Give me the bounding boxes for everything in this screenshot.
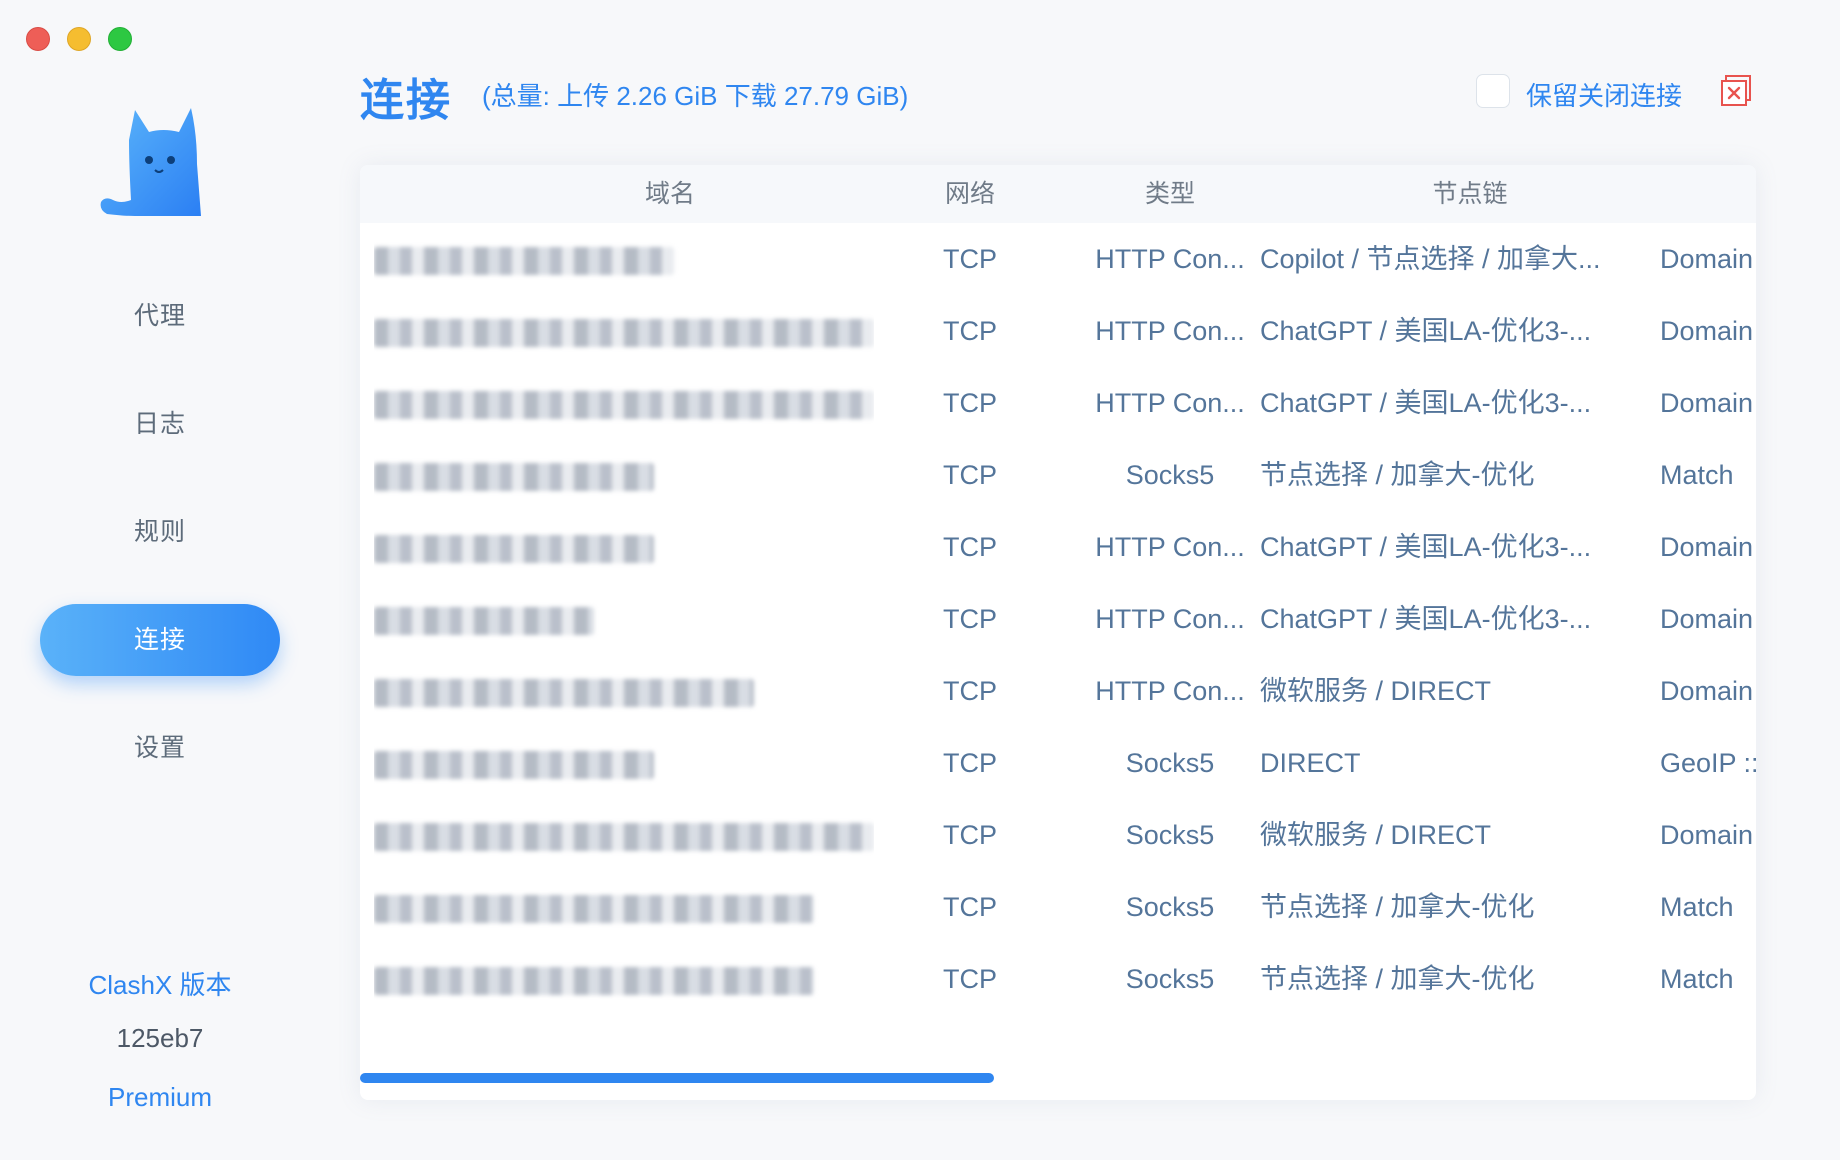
table-row[interactable]: TCP HTTP Con... ChatGPT / 美国LA-优化3-... Doma… bbox=[360, 367, 1756, 439]
host-cell bbox=[374, 439, 874, 511]
connections-table: 域名 网络 类型 节点链 TCP HTTP Con... Copilot / 节点选… bbox=[360, 165, 1756, 1100]
redacted-host bbox=[374, 750, 654, 779]
chain-cell: ChatGPT / 美国LA-优化3-... bbox=[1260, 532, 1592, 562]
redacted-host bbox=[374, 390, 874, 419]
chain-cell: 微软服务 / DIRECT bbox=[1260, 820, 1492, 850]
network-cell: TCP bbox=[943, 748, 997, 778]
table-row[interactable]: TCP Socks5 节点选择 / 加拿大-优化 Match bbox=[360, 871, 1756, 943]
redacted-host bbox=[374, 606, 594, 635]
rule-cell: Domain bbox=[1660, 820, 1754, 850]
rule-cell: Domain bbox=[1660, 532, 1754, 562]
rule-cell: GeoIP :: bbox=[1660, 748, 1756, 778]
host-cell bbox=[374, 223, 874, 295]
network-cell: TCP bbox=[943, 460, 997, 490]
host-cell bbox=[374, 655, 874, 727]
host-cell bbox=[374, 943, 874, 1015]
table-row[interactable]: TCP HTTP Con... ChatGPT / 美国LA-优化3-... Doma… bbox=[360, 583, 1756, 655]
sidebar-item-connections[interactable]: 连接 bbox=[40, 604, 280, 676]
table-row[interactable]: TCP Socks5 节点选择 / 加拿大-优化 Match bbox=[360, 439, 1756, 511]
network-cell: TCP bbox=[943, 604, 997, 634]
sidebar-item-proxy[interactable]: 代理 bbox=[40, 280, 280, 352]
table-row[interactable]: TCP HTTP Con... 微软服务 / DIRECT Domain bbox=[360, 655, 1756, 727]
network-cell: TCP bbox=[943, 892, 997, 922]
network-cell: TCP bbox=[943, 676, 997, 706]
host-cell: .. bbox=[374, 799, 874, 871]
chain-cell: 节点选择 / 加拿大-优化 bbox=[1260, 964, 1535, 994]
table-row[interactable]: TCP HTTP Con... Copilot / 节点选择 / 加拿大... Dom… bbox=[360, 223, 1756, 295]
redacted-host bbox=[374, 894, 814, 923]
host-cell bbox=[374, 511, 874, 583]
column-header-network[interactable]: 网络 bbox=[914, 165, 1026, 223]
table-row[interactable]: ..TCPSocks5微软服务 / DIRECTDomain bbox=[360, 799, 1756, 871]
network-cell: TCP bbox=[943, 820, 997, 850]
network-cell: TCP bbox=[943, 316, 997, 346]
table-header: 域名 网络 类型 节点链 bbox=[360, 165, 1756, 223]
sidebar-item-logs[interactable]: 日志 bbox=[40, 388, 280, 460]
table-row[interactable]: TCP Socks5 DIRECT GeoIP :: bbox=[360, 727, 1756, 799]
table-row[interactable]: TCP HTTP Con... ChatGPT / 美国LA-优化3-... Doma… bbox=[360, 295, 1756, 367]
network-cell: TCP bbox=[943, 388, 997, 418]
chain-cell: ChatGPT / 美国LA-优化3-... bbox=[1260, 604, 1592, 634]
redacted-host bbox=[374, 462, 654, 491]
chain-cell: 微软服务 / DIRECT bbox=[1260, 676, 1492, 706]
column-header-chain[interactable]: 节点链 bbox=[1260, 165, 1680, 223]
host-cell bbox=[374, 583, 874, 655]
chain-cell: ChatGPT / 美国LA-优化3-... bbox=[1260, 316, 1592, 346]
sidebar-item-rules[interactable]: 规则 bbox=[40, 496, 280, 568]
clashx-cat-logo-icon bbox=[100, 108, 201, 216]
keep-closed-checkbox[interactable] bbox=[1476, 74, 1510, 108]
table-row[interactable]: TCP HTTP Con... ChatGPT / 美国LA-优化3-... Doma… bbox=[360, 511, 1756, 583]
rule-cell: Match bbox=[1660, 964, 1734, 994]
redacted-host bbox=[374, 678, 754, 707]
chain-cell: ChatGPT / 美国LA-优化3-... bbox=[1260, 388, 1592, 418]
rule-cell: Domain bbox=[1660, 604, 1754, 634]
rule-cell: Domain bbox=[1660, 676, 1754, 706]
network-cell: TCP bbox=[943, 532, 997, 562]
redacted-host bbox=[374, 246, 674, 275]
close-all-connections-icon[interactable] bbox=[1720, 74, 1754, 108]
rule-cell: Domain bbox=[1660, 316, 1754, 346]
rule-cell: Domain bbox=[1660, 388, 1754, 418]
edition-label: Premium bbox=[107, 1082, 212, 1112]
sidebar-nav: 代理 日志 规则 连接 设置 bbox=[40, 280, 280, 820]
rule-cell: Domain bbox=[1660, 244, 1754, 274]
host-cell bbox=[374, 871, 874, 943]
chain-cell: 节点选择 / 加拿大-优化 bbox=[1260, 892, 1535, 922]
network-cell: TCP bbox=[943, 244, 997, 274]
chain-cell: 节点选择 / 加拿大-优化 bbox=[1260, 460, 1535, 490]
chain-cell: DIRECT bbox=[1260, 748, 1361, 778]
version-title: ClashX 版本 bbox=[88, 970, 232, 1000]
chain-cell: Copilot / 节点选择 / 加拿大... bbox=[1260, 244, 1601, 274]
redacted-host bbox=[374, 966, 814, 995]
rule-cell: Match bbox=[1660, 892, 1734, 922]
redacted-host bbox=[374, 318, 874, 347]
traffic-summary: (总量: 上传 2.26 GiB 下载 27.79 GiB) bbox=[482, 81, 909, 111]
host-cell bbox=[374, 367, 874, 439]
table-row[interactable]: TCP Socks5 节点选择 / 加拿大-优化 Match bbox=[360, 943, 1756, 1015]
redacted-host bbox=[374, 822, 874, 851]
host-cell bbox=[374, 727, 874, 799]
sidebar: 代理 日志 规则 连接 设置 ClashX 版本 125eb7 Premium bbox=[0, 0, 320, 1160]
column-header-host[interactable]: 域名 bbox=[520, 165, 820, 223]
version-hash: 125eb7 bbox=[116, 1023, 204, 1053]
sidebar-item-settings[interactable]: 设置 bbox=[40, 712, 280, 784]
app-window: 代理 日志 规则 连接 设置 ClashX 版本 125eb7 Premium … bbox=[0, 0, 1840, 1160]
redacted-host bbox=[374, 534, 654, 563]
page-title: 连接 bbox=[360, 76, 452, 125]
rule-cell: Match bbox=[1660, 460, 1734, 490]
network-cell: TCP bbox=[943, 964, 997, 994]
host-cell bbox=[374, 295, 874, 367]
keep-closed-label[interactable]: 保留关闭连接 bbox=[1526, 76, 1682, 113]
horizontal-scrollbar[interactable] bbox=[360, 1073, 994, 1083]
